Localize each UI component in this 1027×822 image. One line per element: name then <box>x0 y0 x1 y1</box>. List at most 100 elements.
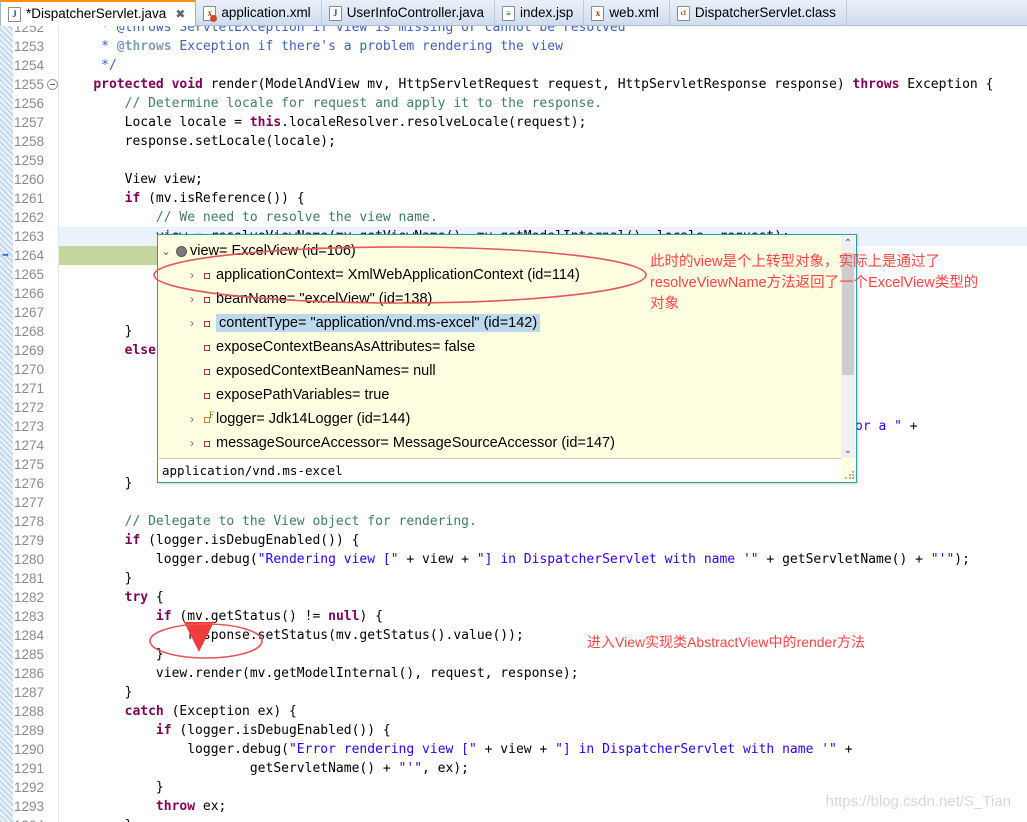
code-line[interactable]: 1258 response.setLocale(locale); <box>0 132 1027 151</box>
line-number: 1282 <box>14 590 45 605</box>
line-number: 1278 <box>14 514 45 529</box>
field-icon <box>200 339 216 355</box>
code-line-text: getServletName() + "'", ex); <box>62 761 469 776</box>
editor-tab-4[interactable]: x web.xml <box>584 0 670 26</box>
code-line[interactable]: 1252 * @throws ServletException if view … <box>0 26 1027 37</box>
code-line[interactable]: 1280 logger.debug("Rendering view [" + v… <box>0 550 1027 569</box>
line-number: 1252 <box>14 26 45 35</box>
code-line-text: } <box>62 647 164 662</box>
line-number: 1279 <box>14 533 45 548</box>
editor-tab-5[interactable]: cl DispatcherServlet.class <box>670 0 847 26</box>
editor-tab-label: web.xml <box>609 5 659 21</box>
field-icon <box>200 435 216 451</box>
variable-tree-row[interactable]: exposedContextBeanNames= null <box>158 359 842 383</box>
line-number: 1293 <box>14 799 45 814</box>
code-line-text: } <box>62 571 133 586</box>
editor-tab-label: DispatcherServlet.class <box>694 5 836 21</box>
editor-tab-0[interactable]: J *DispatcherServlet.java ✖ <box>0 0 197 26</box>
code-line[interactable]: 1262 // We need to resolve the view name… <box>0 208 1027 227</box>
line-number: 1274 <box>14 438 45 453</box>
line-number: 1284 <box>14 628 45 643</box>
line-number: 1268 <box>14 324 45 339</box>
chevron-right-icon[interactable]: › <box>184 436 200 450</box>
editor-tab-1[interactable]: x application.xml <box>196 0 322 26</box>
close-icon[interactable]: ✖ <box>175 7 185 21</box>
popup-resize-grip[interactable] <box>844 470 854 480</box>
line-number: 1289 <box>14 723 45 738</box>
code-line[interactable]: 1253 * @throws Exception if there's a pr… <box>0 37 1027 56</box>
code-line[interactable]: 1278 // Delegate to the View object for … <box>0 512 1027 531</box>
chevron-right-icon[interactable]: › <box>184 268 200 282</box>
code-line-text: response.setStatus(mv.getStatus().value(… <box>62 628 524 643</box>
code-line[interactable]: 1289 if (logger.isDebugEnabled()) { <box>0 721 1027 740</box>
line-number: 1291 <box>14 761 45 776</box>
code-line-text: // We need to resolve the view name. <box>62 210 438 225</box>
variable-label: exposePathVariables= true <box>216 387 390 403</box>
chevron-right-icon[interactable]: › <box>184 412 200 426</box>
code-line-text: throw ex; <box>155 799 227 814</box>
line-number: 1254 <box>14 58 45 73</box>
code-line[interactable]: 1288 catch (Exception ex) { <box>0 702 1027 721</box>
code-line-text: View view; <box>62 172 203 187</box>
code-line[interactable]: 1277 <box>0 493 1027 512</box>
code-line[interactable]: 1290 logger.debug("Error rendering view … <box>0 740 1027 759</box>
code-line[interactable]: 1287 } <box>0 683 1027 702</box>
editor-tab-2[interactable]: J UserInfoController.java <box>322 0 496 26</box>
code-line-text: if (mv.isReference()) { <box>124 191 305 206</box>
code-line[interactable]: 1256 // Determine locale for request and… <box>0 94 1027 113</box>
field-icon <box>200 267 216 283</box>
code-line[interactable]: 1285 } <box>0 645 1027 664</box>
line-number: 1264 <box>14 248 45 263</box>
line-number: 1288 <box>14 704 45 719</box>
code-line[interactable]: 1261 if (mv.isReference()) { <box>0 189 1027 208</box>
variable-label: applicationContext= XmlWebApplicationCon… <box>216 267 580 283</box>
line-number: 1261 <box>14 191 45 206</box>
line-number: 1275 <box>14 457 45 472</box>
code-fold-toggle-icon[interactable] <box>47 79 58 90</box>
code-line-text: try { <box>124 590 164 605</box>
editor-tab-bar[interactable]: J *DispatcherServlet.java ✖ x application.xm… <box>0 0 1027 26</box>
editor-tab-3[interactable]: ≡ index.jsp <box>495 0 585 26</box>
line-number: 1287 <box>14 685 45 700</box>
code-line[interactable]: 1294 } <box>0 816 1027 822</box>
jsp-file-icon: ≡ <box>502 5 516 21</box>
variable-tree-row[interactable]: exposeContextBeansAsAttributes= false <box>158 335 842 359</box>
code-line[interactable]: 1254 */ <box>0 56 1027 75</box>
chevron-right-icon[interactable]: › <box>184 316 200 330</box>
line-number: 1260 <box>14 172 45 187</box>
line-number: 1257 <box>14 115 45 130</box>
line-number: 1286 <box>14 666 45 681</box>
line-number: 1271 <box>14 381 45 396</box>
code-line[interactable]: 1286 view.render(mv.getModelInternal(), … <box>0 664 1027 683</box>
line-number: 1262 <box>14 210 45 225</box>
code-line-text: view.render(mv.getModelInternal(), reque… <box>62 666 579 681</box>
code-line[interactable]: 1281 } <box>0 569 1027 588</box>
variable-tree-row[interactable]: › logger= Jdk14Logger (id=144) <box>158 407 842 431</box>
line-number: 1276 <box>14 476 45 491</box>
variable-label: logger= Jdk14Logger (id=144) <box>216 411 411 427</box>
chevron-down-icon[interactable]: ⌄ <box>158 244 174 258</box>
code-line[interactable]: 1260 View view; <box>0 170 1027 189</box>
code-line[interactable]: 1282 try { <box>0 588 1027 607</box>
editor-tab-label: index.jsp <box>520 5 574 21</box>
line-number: 1283 <box>14 609 45 624</box>
site-watermark: https://blog.csdn.net/S_Tian <box>825 793 1011 810</box>
code-line[interactable]: 1291 getServletName() + "'", ex); <box>0 759 1027 778</box>
code-line[interactable]: 1259 <box>0 151 1027 170</box>
code-line[interactable]: 1257 Locale locale = this.localeResolver… <box>0 113 1027 132</box>
static-field-icon <box>200 410 216 427</box>
code-line[interactable]: 1283 if (mv.getStatus() != null) { <box>0 607 1027 626</box>
scroll-up-arrow-icon[interactable]: ⌃ <box>841 236 855 251</box>
code-line-text: if (logger.isDebugEnabled()) { <box>155 723 391 738</box>
variable-tree-row[interactable]: exposePathVariables= true <box>158 383 842 407</box>
code-line[interactable]: 1284 response.setStatus(mv.getStatus().v… <box>0 626 1027 645</box>
java-file-icon: J <box>328 5 342 21</box>
scroll-down-arrow-icon[interactable]: ⌄ <box>841 443 855 458</box>
variable-tree-row[interactable]: › messageSourceAccessor= MessageSourceAcc… <box>158 431 842 455</box>
code-line-text: * @throws Exception if there's a problem… <box>62 39 563 54</box>
line-number: 1266 <box>14 286 45 301</box>
code-line[interactable]: 1255 protected void render(ModelAndView … <box>0 75 1027 94</box>
code-line[interactable]: 1279 if (logger.isDebugEnabled()) { <box>0 531 1027 550</box>
chevron-right-icon[interactable]: › <box>184 292 200 306</box>
code-line-text: catch (Exception ex) { <box>124 704 297 719</box>
